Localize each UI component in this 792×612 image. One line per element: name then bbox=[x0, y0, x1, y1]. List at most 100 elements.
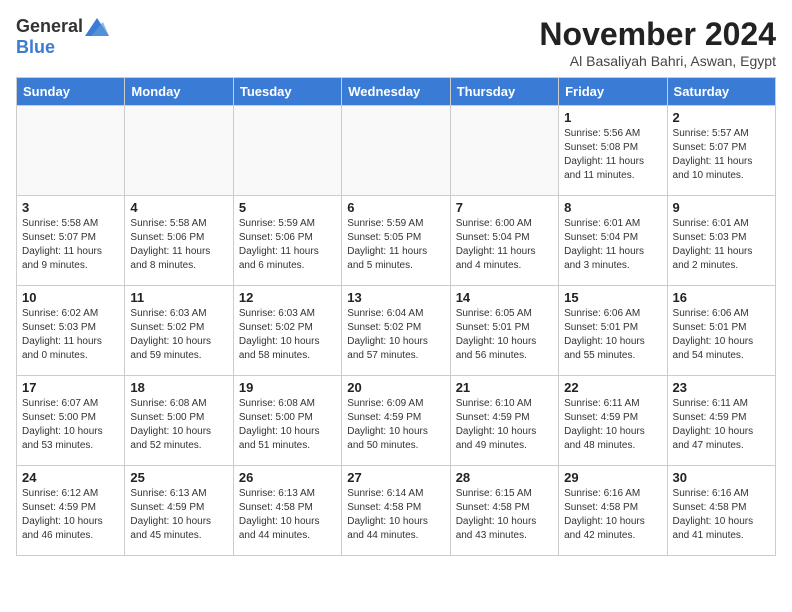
day-number: 28 bbox=[456, 470, 553, 485]
day-info: Sunrise: 6:09 AMSunset: 4:59 PMDaylight:… bbox=[347, 397, 444, 453]
day-number: 18 bbox=[130, 380, 227, 395]
weekday-header-cell: Tuesday bbox=[233, 78, 341, 106]
calendar-cell bbox=[17, 106, 125, 196]
calendar-week-row: 3 Sunrise: 5:58 AMSunset: 5:07 PMDaylight… bbox=[17, 196, 776, 286]
calendar-cell: 20 Sunrise: 6:09 AMSunset: 4:59 PMDayligh… bbox=[342, 376, 450, 466]
day-number: 9 bbox=[673, 200, 770, 215]
day-number: 3 bbox=[22, 200, 119, 215]
calendar-cell: 23 Sunrise: 6:11 AMSunset: 4:59 PMDayligh… bbox=[667, 376, 775, 466]
day-number: 15 bbox=[564, 290, 661, 305]
day-info: Sunrise: 5:59 AMSunset: 5:06 PMDaylight:… bbox=[239, 217, 336, 273]
day-info: Sunrise: 6:00 AMSunset: 5:04 PMDaylight:… bbox=[456, 217, 553, 273]
day-number: 10 bbox=[22, 290, 119, 305]
calendar-cell: 5 Sunrise: 5:59 AMSunset: 5:06 PMDaylight… bbox=[233, 196, 341, 286]
calendar-cell: 29 Sunrise: 6:16 AMSunset: 4:58 PMDayligh… bbox=[559, 466, 667, 556]
calendar-cell: 25Sunrise: 6:13 AMSunset: 4:59 PMDayligh… bbox=[125, 466, 233, 556]
calendar-cell: 13 Sunrise: 6:04 AMSunset: 5:02 PMDayligh… bbox=[342, 286, 450, 376]
day-number: 14 bbox=[456, 290, 553, 305]
weekday-header-cell: Monday bbox=[125, 78, 233, 106]
day-number: 7 bbox=[456, 200, 553, 215]
day-number: 5 bbox=[239, 200, 336, 215]
day-number: 2 bbox=[673, 110, 770, 125]
calendar-cell: 9 Sunrise: 6:01 AMSunset: 5:03 PMDaylight… bbox=[667, 196, 775, 286]
calendar-cell: 24 Sunrise: 6:12 AMSunset: 4:59 PMDayligh… bbox=[17, 466, 125, 556]
location-subtitle: Al Basaliyah Bahri, Aswan, Egypt bbox=[539, 53, 776, 69]
weekday-header: SundayMondayTuesdayWednesdayThursdayFrid… bbox=[17, 78, 776, 106]
calendar-cell: 16 Sunrise: 6:06 AMSunset: 5:01 PMDayligh… bbox=[667, 286, 775, 376]
day-info: Sunrise: 6:07 AMSunset: 5:00 PMDaylight:… bbox=[22, 397, 119, 453]
calendar-cell: 7 Sunrise: 6:00 AMSunset: 5:04 PMDaylight… bbox=[450, 196, 558, 286]
day-info: Sunrise: 6:12 AMSunset: 4:59 PMDaylight:… bbox=[22, 487, 119, 543]
calendar-cell: 15 Sunrise: 6:06 AMSunset: 5:01 PMDayligh… bbox=[559, 286, 667, 376]
day-info: Sunrise: 6:02 AMSunset: 5:03 PMDaylight:… bbox=[22, 307, 119, 363]
calendar-cell: 4 Sunrise: 5:58 AMSunset: 5:06 PMDaylight… bbox=[125, 196, 233, 286]
day-info: Sunrise: 6:08 AMSunset: 5:00 PMDaylight:… bbox=[239, 397, 336, 453]
day-info: Sunrise: 6:01 AMSunset: 5:04 PMDaylight:… bbox=[564, 217, 661, 273]
header: General Blue November 2024 Al Basaliyah … bbox=[16, 16, 776, 69]
day-number: 8 bbox=[564, 200, 661, 215]
day-number: 20 bbox=[347, 380, 444, 395]
day-info: Sunrise: 5:56 AMSunset: 5:08 PMDaylight:… bbox=[564, 127, 661, 183]
calendar-cell: 18Sunrise: 6:08 AMSunset: 5:00 PMDayligh… bbox=[125, 376, 233, 466]
calendar-cell: 26 Sunrise: 6:13 AMSunset: 4:58 PMDayligh… bbox=[233, 466, 341, 556]
calendar-cell: 27Sunrise: 6:14 AMSunset: 4:58 PMDayligh… bbox=[342, 466, 450, 556]
day-info: Sunrise: 6:16 AMSunset: 4:58 PMDaylight:… bbox=[564, 487, 661, 543]
calendar-cell: 10 Sunrise: 6:02 AMSunset: 5:03 PMDayligh… bbox=[17, 286, 125, 376]
day-number: 30 bbox=[673, 470, 770, 485]
weekday-header-cell: Saturday bbox=[667, 78, 775, 106]
day-number: 29 bbox=[564, 470, 661, 485]
calendar-cell bbox=[342, 106, 450, 196]
day-info: Sunrise: 6:06 AMSunset: 5:01 PMDaylight:… bbox=[673, 307, 770, 363]
calendar-cell: 22 Sunrise: 6:11 AMSunset: 4:59 PMDayligh… bbox=[559, 376, 667, 466]
calendar-cell: 2 Sunrise: 5:57 AMSunset: 5:07 PMDaylight… bbox=[667, 106, 775, 196]
day-number: 26 bbox=[239, 470, 336, 485]
calendar-cell bbox=[450, 106, 558, 196]
day-number: 27 bbox=[347, 470, 444, 485]
day-number: 11 bbox=[130, 290, 227, 305]
day-info: Sunrise: 6:03 AMSunset: 5:02 PMDaylight:… bbox=[130, 307, 227, 363]
day-info: Sunrise: 6:11 AMSunset: 4:59 PMDaylight:… bbox=[564, 397, 661, 453]
day-info: Sunrise: 6:16 AMSunset: 4:58 PMDaylight:… bbox=[673, 487, 770, 543]
logo-icon bbox=[85, 18, 109, 36]
logo-general: General bbox=[16, 16, 83, 37]
day-info: Sunrise: 5:59 AMSunset: 5:05 PMDaylight:… bbox=[347, 217, 444, 273]
day-number: 13 bbox=[347, 290, 444, 305]
logo-blue: Blue bbox=[16, 37, 55, 58]
logo: General Blue bbox=[16, 16, 109, 58]
day-number: 1 bbox=[564, 110, 661, 125]
calendar-cell bbox=[233, 106, 341, 196]
day-number: 19 bbox=[239, 380, 336, 395]
day-info: Sunrise: 6:13 AMSunset: 4:58 PMDaylight:… bbox=[239, 487, 336, 543]
day-info: Sunrise: 6:15 AMSunset: 4:58 PMDaylight:… bbox=[456, 487, 553, 543]
calendar-cell: 1 Sunrise: 5:56 AMSunset: 5:08 PMDaylight… bbox=[559, 106, 667, 196]
day-number: 22 bbox=[564, 380, 661, 395]
weekday-header-cell: Friday bbox=[559, 78, 667, 106]
day-info: Sunrise: 5:58 AMSunset: 5:07 PMDaylight:… bbox=[22, 217, 119, 273]
calendar-week-row: 24 Sunrise: 6:12 AMSunset: 4:59 PMDayligh… bbox=[17, 466, 776, 556]
calendar-cell bbox=[125, 106, 233, 196]
day-info: Sunrise: 6:11 AMSunset: 4:59 PMDaylight:… bbox=[673, 397, 770, 453]
day-number: 24 bbox=[22, 470, 119, 485]
day-info: Sunrise: 6:13 AMSunset: 4:59 PMDaylight:… bbox=[130, 487, 227, 543]
weekday-header-cell: Thursday bbox=[450, 78, 558, 106]
calendar-body: 1 Sunrise: 5:56 AMSunset: 5:08 PMDaylight… bbox=[17, 106, 776, 556]
day-number: 6 bbox=[347, 200, 444, 215]
month-title: November 2024 bbox=[539, 16, 776, 53]
day-number: 16 bbox=[673, 290, 770, 305]
day-number: 23 bbox=[673, 380, 770, 395]
day-info: Sunrise: 6:06 AMSunset: 5:01 PMDaylight:… bbox=[564, 307, 661, 363]
calendar-cell: 12Sunrise: 6:03 AMSunset: 5:02 PMDayligh… bbox=[233, 286, 341, 376]
day-info: Sunrise: 5:57 AMSunset: 5:07 PMDaylight:… bbox=[673, 127, 770, 183]
day-number: 4 bbox=[130, 200, 227, 215]
calendar-cell: 3 Sunrise: 5:58 AMSunset: 5:07 PMDaylight… bbox=[17, 196, 125, 286]
day-number: 12 bbox=[239, 290, 336, 305]
calendar-week-row: 10 Sunrise: 6:02 AMSunset: 5:03 PMDayligh… bbox=[17, 286, 776, 376]
day-info: Sunrise: 6:01 AMSunset: 5:03 PMDaylight:… bbox=[673, 217, 770, 273]
calendar: SundayMondayTuesdayWednesdayThursdayFrid… bbox=[16, 77, 776, 556]
day-info: Sunrise: 5:58 AMSunset: 5:06 PMDaylight:… bbox=[130, 217, 227, 273]
calendar-cell: 28 Sunrise: 6:15 AMSunset: 4:58 PMDayligh… bbox=[450, 466, 558, 556]
calendar-cell: 14Sunrise: 6:05 AMSunset: 5:01 PMDayligh… bbox=[450, 286, 558, 376]
calendar-cell: 17Sunrise: 6:07 AMSunset: 5:00 PMDayligh… bbox=[17, 376, 125, 466]
calendar-cell: 11 Sunrise: 6:03 AMSunset: 5:02 PMDayligh… bbox=[125, 286, 233, 376]
day-info: Sunrise: 6:04 AMSunset: 5:02 PMDaylight:… bbox=[347, 307, 444, 363]
